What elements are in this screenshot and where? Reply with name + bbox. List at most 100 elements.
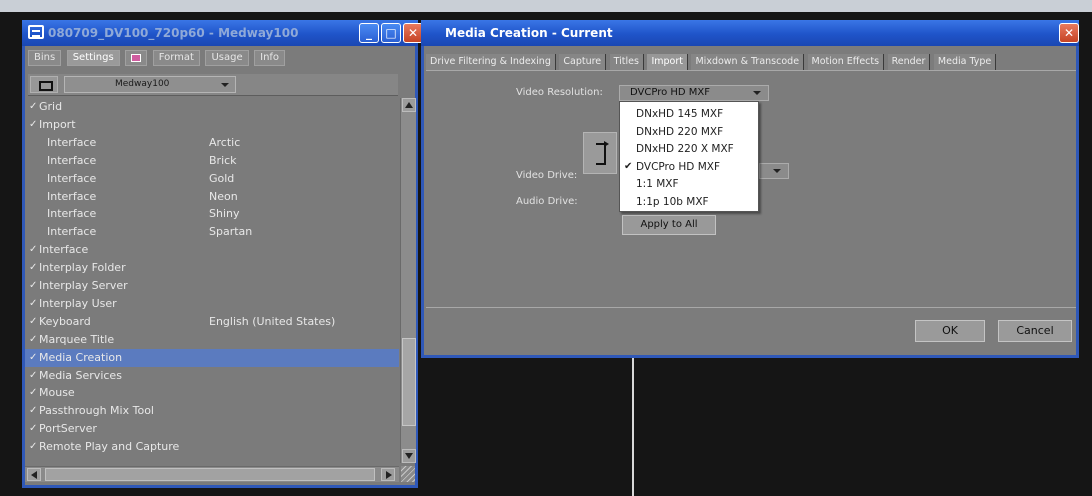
list-item[interactable]: ✓ Interplay User: [25, 295, 399, 313]
list-item-label: Passthrough Mix Tool: [39, 404, 154, 418]
vertical-scrollbar[interactable]: [400, 98, 416, 463]
checkmark-icon: ✓: [29, 297, 38, 309]
list-item[interactable]: ✓ Media Services: [25, 367, 399, 385]
checkmark-icon: ✓: [29, 351, 38, 363]
list-item[interactable]: ✓ Remote Play and Capture: [25, 438, 399, 456]
project-tabs: Bins Settings Format Usage Info: [28, 50, 287, 68]
resolution-option-label: DNxHD 220 MXF: [636, 125, 724, 138]
resolution-option[interactable]: 1:1 MXF: [620, 175, 758, 193]
tab-effects[interactable]: [125, 50, 148, 66]
dialog-tabs: Drive Filtering & Indexing Capture Title…: [426, 54, 997, 70]
list-item-label: Interface: [47, 189, 97, 203]
apply-to-all-button[interactable]: Apply to All: [622, 215, 716, 235]
list-item-label: Interplay Folder: [39, 261, 126, 275]
settings-view-button[interactable]: [30, 76, 58, 93]
list-item-label: Interface: [47, 135, 97, 149]
maximize-button[interactable]: □: [381, 23, 401, 43]
list-item[interactable]: Interface Spartan: [25, 223, 399, 241]
effects-palette-icon: [131, 54, 142, 62]
list-item[interactable]: Interface Neon: [25, 188, 399, 206]
tab-format[interactable]: Format: [152, 50, 200, 66]
horizontal-scrollbar[interactable]: [25, 466, 399, 482]
video-resolution-dropdown: DNxHD 145 MXF DNxHD 220 MXF DNxHD 220 X MX…: [619, 101, 759, 212]
list-item-label: Interface: [39, 243, 89, 257]
list-item[interactable]: ✓ Interplay Server: [25, 277, 399, 295]
tab-drive-filtering[interactable]: Drive Filtering & Indexing: [426, 54, 556, 70]
list-item[interactable]: ✓ Keyboard English (United States): [25, 313, 399, 331]
drive-link-icon[interactable]: [583, 132, 617, 174]
list-item-value: Neon: [209, 189, 238, 203]
list-item[interactable]: Interface Arctic: [25, 134, 399, 152]
checkmark-icon: ✓: [29, 262, 38, 274]
project-window: 080709_DV100_720p60 - Medway100 _ □ ✕ Bi…: [22, 20, 423, 488]
list-item-label: Interface: [47, 171, 97, 185]
list-item[interactable]: ✓ PortServer: [25, 420, 399, 438]
checkmark-icon: ✓: [29, 441, 38, 453]
tab-usage[interactable]: Usage: [205, 50, 249, 66]
resolution-option[interactable]: ✔ DVCPro HD MXF: [620, 158, 758, 176]
list-item-value: Gold: [209, 171, 235, 185]
list-item-label: Mouse: [39, 386, 75, 400]
list-item[interactable]: Interface Gold: [25, 170, 399, 188]
list-item-label: Keyboard: [39, 314, 91, 328]
checkmark-icon: ✓: [29, 405, 38, 417]
checkmark-icon: ✓: [29, 369, 38, 381]
tab-mixdown-transcode[interactable]: Mixdown & Transcode: [691, 54, 805, 70]
tab-settings[interactable]: Settings: [66, 50, 120, 66]
scroll-down-arrow-icon[interactable]: [402, 449, 416, 463]
list-item[interactable]: ✓ Import: [25, 116, 399, 134]
video-resolution-select[interactable]: DVCPro HD MXF: [619, 85, 769, 101]
project-window-icon: [28, 25, 44, 39]
dialog-title-bar[interactable]: Media Creation - Current ✕: [421, 20, 1079, 46]
resolution-option[interactable]: DNxHD 220 X MXF: [620, 140, 758, 158]
dialog-close-button[interactable]: ✕: [1059, 23, 1079, 43]
project-title-bar[interactable]: 080709_DV100_720p60 - Medway100 _ □ ✕: [22, 20, 423, 46]
chevron-down-icon: [773, 169, 781, 173]
list-item-label: Interface: [47, 153, 97, 167]
tab-capture[interactable]: Capture: [559, 54, 607, 70]
settings-user-select[interactable]: Medway100: [64, 76, 236, 93]
tab-motion-effects[interactable]: Motion Effects: [807, 54, 885, 70]
tab-info[interactable]: Info: [254, 50, 286, 66]
minimize-button[interactable]: _: [359, 23, 379, 43]
list-item[interactable]: ✓ Interface: [25, 241, 399, 259]
checkmark-icon: ✓: [29, 333, 38, 345]
video-drive-select[interactable]: [759, 163, 789, 179]
close-button[interactable]: ✕: [403, 23, 423, 43]
ok-button[interactable]: OK: [915, 320, 985, 342]
scroll-right-arrow-icon[interactable]: [381, 468, 395, 481]
scroll-left-arrow-icon[interactable]: [27, 468, 41, 481]
tab-bins[interactable]: Bins: [28, 50, 62, 66]
list-item[interactable]: ✓ Interplay Folder: [25, 259, 399, 277]
resize-grip-icon[interactable]: [401, 466, 415, 482]
tab-import[interactable]: Import: [647, 54, 688, 70]
list-item[interactable]: Interface Shiny: [25, 205, 399, 223]
resolution-option[interactable]: 1:1p 10b MXF: [620, 193, 758, 211]
tab-render[interactable]: Render: [887, 54, 931, 70]
desktop-top-strip: [0, 0, 1092, 12]
list-item-label: Media Services: [39, 368, 122, 382]
resolution-option-label: 1:1 MXF: [636, 178, 679, 190]
vertical-scroll-thumb[interactable]: [402, 338, 416, 426]
resolution-option[interactable]: DNxHD 220 MXF: [620, 123, 758, 141]
scroll-up-arrow-icon[interactable]: [402, 98, 416, 112]
tab-media-type[interactable]: Media Type: [933, 54, 997, 70]
list-item[interactable]: ✓ Marquee Title: [25, 331, 399, 349]
list-item[interactable]: ✓ Mouse: [25, 384, 399, 402]
list-item[interactable]: ✓ Passthrough Mix Tool: [25, 402, 399, 420]
list-item[interactable]: ✓ Media Creation: [25, 348, 399, 367]
list-item-label: Interplay Server: [39, 279, 128, 292]
tab-titles[interactable]: Titles: [609, 54, 644, 70]
horizontal-scroll-thumb[interactable]: [45, 468, 375, 481]
resolution-option[interactable]: DNxHD 145 MXF: [620, 105, 758, 123]
list-item-value: Spartan: [209, 225, 253, 239]
audio-drive-label: Audio Drive:: [516, 196, 578, 207]
list-item-label: Media Creation: [39, 350, 123, 364]
cancel-button[interactable]: Cancel: [998, 320, 1072, 342]
checkmark-icon: ✓: [29, 387, 38, 399]
list-item[interactable]: ✓ Grid: [25, 98, 399, 116]
list-item-label: PortServer: [39, 422, 97, 436]
list-item[interactable]: Interface Brick: [25, 152, 399, 170]
resolution-option-label: DNxHD 220 X MXF: [636, 143, 734, 155]
list-item-value: Brick: [209, 153, 237, 167]
